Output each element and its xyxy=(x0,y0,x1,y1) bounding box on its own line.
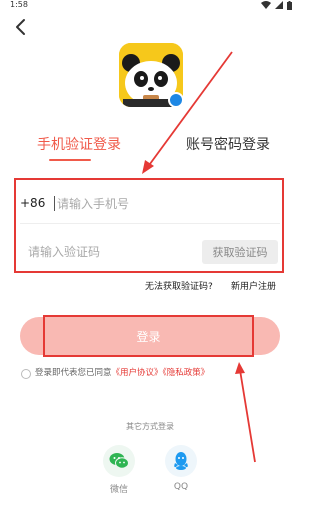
tab-active-indicator xyxy=(49,159,91,161)
signal-icon xyxy=(275,1,283,9)
privacy-policy-link[interactable]: 《隐私政策》 xyxy=(163,368,210,378)
register-link[interactable]: 新用户注册 xyxy=(231,279,276,292)
wifi-icon xyxy=(261,1,271,9)
qq-login-button[interactable] xyxy=(165,445,197,477)
login-button[interactable]: 登录 xyxy=(43,315,254,357)
qq-icon xyxy=(174,452,188,470)
agreement-text: 登录即代表您已同意《用户协议》《隐私政策》 xyxy=(35,366,209,380)
wechat-login-button[interactable] xyxy=(103,445,135,477)
no-code-link[interactable]: 无法获取验证码? xyxy=(145,279,213,292)
tab-password-login[interactable]: 账号密码登录 xyxy=(186,136,270,154)
wechat-label: 微信 xyxy=(109,485,128,495)
agreement-checkbox[interactable] xyxy=(21,369,31,379)
other-login-title: 其它方式登录 xyxy=(126,422,174,431)
user-agreement-link[interactable]: 《用户协议》 xyxy=(112,368,163,378)
status-time: 1:58 xyxy=(10,0,28,9)
agreement-prefix: 登录即代表您已同意 xyxy=(35,368,112,378)
logo-badge-icon xyxy=(168,92,184,108)
wechat-icon xyxy=(109,453,129,469)
annotation-arrow-bottom xyxy=(235,362,256,463)
back-arrow-icon[interactable] xyxy=(12,18,30,36)
qq-label: QQ xyxy=(173,482,189,492)
battery-icon xyxy=(287,0,292,10)
form-highlight-box xyxy=(14,178,284,273)
tab-phone-login[interactable]: 手机验证登录 xyxy=(37,136,121,154)
status-icons xyxy=(261,0,292,10)
